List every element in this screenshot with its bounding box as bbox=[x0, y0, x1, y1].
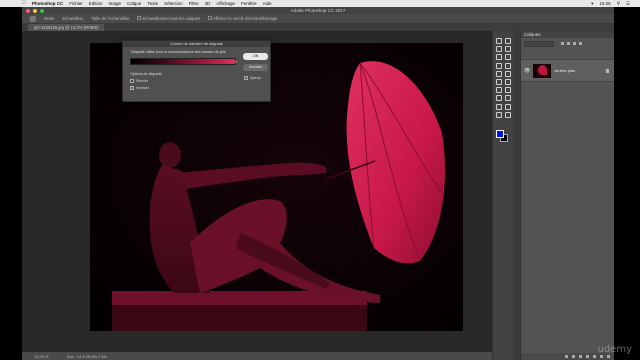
lasso-tool-icon[interactable] bbox=[495, 45, 502, 53]
dither-label: Simuler bbox=[136, 79, 149, 83]
gradient-group-label: Dégradé utilisé pour la correspondance d… bbox=[131, 50, 226, 54]
photoshop-window: Adobe Photoshop CC 2017 Mode Echantillon… bbox=[22, 7, 614, 360]
menu-calque[interactable]: Calque bbox=[127, 1, 141, 6]
preview-checkbox[interactable]: ✓ Aperçu bbox=[244, 76, 261, 80]
add-mask-icon[interactable] bbox=[579, 355, 582, 358]
layer-thumbnail bbox=[533, 63, 552, 78]
menu-list-icon[interactable]: ☰ bbox=[626, 1, 630, 7]
sample-label: Echantillon bbox=[62, 16, 83, 21]
new-group-icon[interactable] bbox=[593, 355, 596, 358]
sample-all-layers-toggle[interactable]: Echantillonner tous les calques bbox=[137, 16, 200, 21]
layer-filter-select[interactable] bbox=[524, 41, 554, 47]
mode-label: Mode bbox=[44, 16, 55, 21]
menu-affichage[interactable]: Affichage bbox=[216, 1, 235, 6]
dither-checkbox-box[interactable] bbox=[130, 79, 134, 83]
clock[interactable]: 15:26 bbox=[599, 1, 610, 6]
reverse-checkbox-box[interactable]: ✓ bbox=[130, 86, 134, 90]
menu-fichier[interactable]: Fichier bbox=[69, 1, 83, 6]
sample-size-select[interactable]: Taille de l'échantillon bbox=[91, 16, 129, 21]
show-sampling-ring-toggle[interactable]: Afficher le cercle d'échantillonnage bbox=[208, 16, 278, 21]
layers-panel-title[interactable]: Calques bbox=[521, 31, 614, 38]
status-bar: 13,33 % Doc : 31,0 Mo/31,0 Mo bbox=[22, 352, 492, 360]
move-tool-icon[interactable] bbox=[495, 37, 502, 44]
menu-image[interactable]: Image bbox=[109, 1, 122, 6]
gradient-dropdown-arrow-icon[interactable]: ▾ bbox=[235, 60, 237, 64]
preview-checkbox-box[interactable]: ✓ bbox=[244, 76, 248, 80]
foreground-color-swatch[interactable] bbox=[496, 130, 504, 138]
search-icon[interactable]: ⚲ bbox=[617, 1, 620, 7]
rectangle-tool-icon[interactable] bbox=[504, 103, 511, 110]
menu-edition[interactable]: Edition bbox=[89, 1, 103, 6]
filter-type-icon[interactable] bbox=[573, 42, 576, 45]
apple-icon[interactable]:  bbox=[22, 0, 26, 6]
new-layer-icon[interactable] bbox=[600, 355, 603, 358]
menu-aide[interactable]: Aide bbox=[263, 1, 272, 6]
layer-name: Arrière-plan bbox=[554, 68, 576, 73]
path-selection-tool-icon[interactable] bbox=[495, 103, 502, 110]
cancel-button[interactable]: Annuler bbox=[243, 64, 268, 71]
window-title-bar: Adobe Photoshop CC 2017 bbox=[22, 7, 614, 14]
adjustment-layer-icon[interactable] bbox=[586, 355, 589, 358]
filter-shape-icon[interactable] bbox=[579, 42, 582, 45]
ok-button[interactable]: OK bbox=[243, 53, 268, 60]
udemy-watermark: udemy bbox=[597, 344, 633, 355]
layers-controls bbox=[521, 38, 614, 60]
healing-tool-icon[interactable] bbox=[495, 62, 502, 69]
bench-shape bbox=[112, 291, 367, 331]
layers-panel: Calques 👁 Arrière-plan bbox=[520, 31, 614, 360]
eraser-tool-icon[interactable] bbox=[495, 78, 502, 85]
dialog-title[interactable]: Courbe de transfert de dégradé bbox=[123, 41, 270, 47]
gradient-preview-bar[interactable] bbox=[130, 58, 236, 65]
layer-style-icon[interactable] bbox=[572, 355, 575, 358]
crop-tool-icon[interactable] bbox=[495, 53, 502, 61]
zoom-readout[interactable]: 13,33 % bbox=[34, 354, 49, 359]
zoom-tool-icon[interactable] bbox=[504, 111, 511, 118]
visibility-eye-icon[interactable]: 👁 bbox=[524, 68, 530, 74]
quick-selection-tool-icon[interactable] bbox=[504, 45, 511, 53]
clone-stamp-tool-icon[interactable] bbox=[495, 70, 502, 77]
blur-tool-icon[interactable] bbox=[495, 86, 502, 94]
menu-filtre[interactable]: Filtre bbox=[189, 1, 199, 6]
filter-adjustment-icon[interactable] bbox=[567, 42, 570, 45]
eyedropper-tool-preset-icon[interactable] bbox=[30, 15, 36, 22]
link-layers-icon[interactable] bbox=[565, 355, 568, 358]
menu-texte[interactable]: Texte bbox=[147, 1, 158, 6]
macos-menu-bar:  Photoshop CC Fichier Edition Image Cal… bbox=[0, 0, 640, 7]
menu-app-name[interactable]: Photoshop CC bbox=[32, 1, 63, 6]
menu-3d[interactable]: 3D bbox=[205, 1, 211, 6]
eyedropper-tool-icon[interactable] bbox=[504, 53, 511, 61]
pen-tool-icon[interactable] bbox=[495, 94, 502, 102]
layer-row-background[interactable]: 👁 Arrière-plan bbox=[521, 60, 614, 82]
menu-fenetre[interactable]: Fenêtre bbox=[241, 1, 257, 6]
options-bar: Mode Echantillon Taille de l'échantillon… bbox=[22, 14, 614, 24]
document-tabs: girl-1226156.jpg @ 13,3% (RVB/8) bbox=[22, 24, 614, 31]
gradient-tool-icon[interactable] bbox=[504, 78, 511, 85]
gradient-options-label: Options de dégradé bbox=[130, 72, 162, 76]
document-info[interactable]: Doc : 31,0 Mo/31,0 Mo bbox=[67, 354, 107, 359]
lock-icon bbox=[606, 68, 609, 73]
document-tab[interactable]: girl-1226156.jpg @ 13,3% (RVB/8) bbox=[28, 24, 105, 31]
filter-pixel-icon[interactable] bbox=[561, 42, 564, 45]
dodge-tool-icon[interactable] bbox=[504, 86, 511, 94]
window-title: Adobe Photoshop CC 2017 bbox=[290, 8, 346, 13]
reverse-checkbox[interactable]: ✓ Inverser bbox=[130, 86, 149, 90]
brush-tool-icon[interactable] bbox=[504, 62, 511, 69]
gradient-map-dialog: Courbe de transfert de dégradé Dégradé u… bbox=[122, 40, 271, 102]
dither-checkbox[interactable]: Simuler bbox=[130, 79, 148, 83]
history-brush-tool-icon[interactable] bbox=[504, 70, 511, 77]
wifi-icon[interactable]: ▾ bbox=[591, 1, 593, 7]
delete-layer-icon[interactable] bbox=[607, 355, 610, 358]
preview-label: Aperçu bbox=[250, 76, 262, 80]
tools-panel bbox=[492, 31, 514, 360]
marquee-tool-icon[interactable] bbox=[504, 37, 511, 44]
reverse-label: Inverser bbox=[136, 86, 149, 90]
type-tool-icon[interactable] bbox=[504, 94, 511, 102]
menu-selection[interactable]: Sélection bbox=[164, 1, 183, 6]
hand-tool-icon[interactable] bbox=[495, 111, 502, 118]
